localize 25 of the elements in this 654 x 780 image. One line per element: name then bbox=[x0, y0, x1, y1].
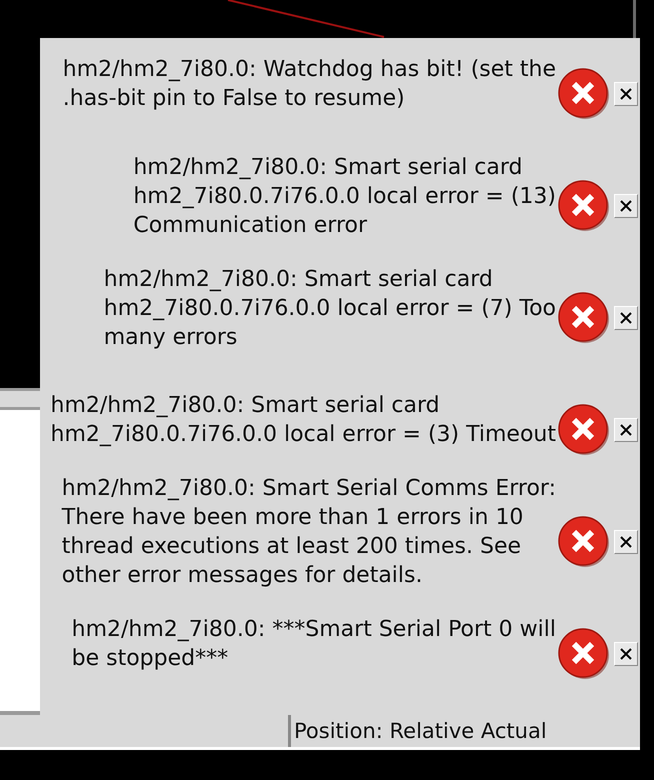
close-icon bbox=[620, 88, 632, 100]
close-icon bbox=[620, 648, 632, 660]
error-icon bbox=[558, 292, 610, 344]
close-button[interactable] bbox=[614, 530, 638, 554]
error-message: hm2/hm2_7i80.0: Smart serial card hm2_7i80.0.7i76.0.0 local error = (7) Too many errors bbox=[104, 266, 556, 352]
close-button[interactable] bbox=[614, 418, 638, 442]
error-message: hm2/hm2_7i80.0: Watchdog has bit! (set the .has-bit pin to False to resume) bbox=[62, 56, 556, 113]
close-button[interactable] bbox=[614, 642, 638, 666]
error-message: hm2/hm2_7i80.0: Smart serial card hm2_7i80.0.7i76.0.0 local error = (3) Timeout bbox=[50, 392, 556, 449]
error-message: hm2/hm2_7i80.0: Smart Serial Comms Error: There have been more than 1 errors in 10 thread executions at least 200 times. See other error messages for details. bbox=[62, 475, 556, 590]
error-icon bbox=[558, 516, 610, 568]
close-icon bbox=[620, 200, 632, 212]
position-label: Position: Relative Actual bbox=[288, 715, 547, 747]
close-button[interactable] bbox=[614, 306, 638, 330]
close-icon bbox=[620, 312, 632, 324]
error-icon bbox=[558, 404, 610, 456]
error-icon bbox=[558, 68, 610, 120]
close-button[interactable] bbox=[614, 82, 638, 106]
error-message: hm2/hm2_7i80.0: Smart serial card hm2_7i80.0.7i76.0.0 local error = (13) Communication error bbox=[133, 154, 556, 240]
error-icon bbox=[558, 180, 610, 232]
close-icon bbox=[620, 536, 632, 548]
close-button[interactable] bbox=[614, 194, 638, 218]
error-icon bbox=[558, 628, 610, 680]
error-message: hm2/hm2_7i80.0: ***Smart Serial Port 0 will be stopped*** bbox=[72, 616, 556, 673]
close-icon bbox=[620, 424, 632, 436]
